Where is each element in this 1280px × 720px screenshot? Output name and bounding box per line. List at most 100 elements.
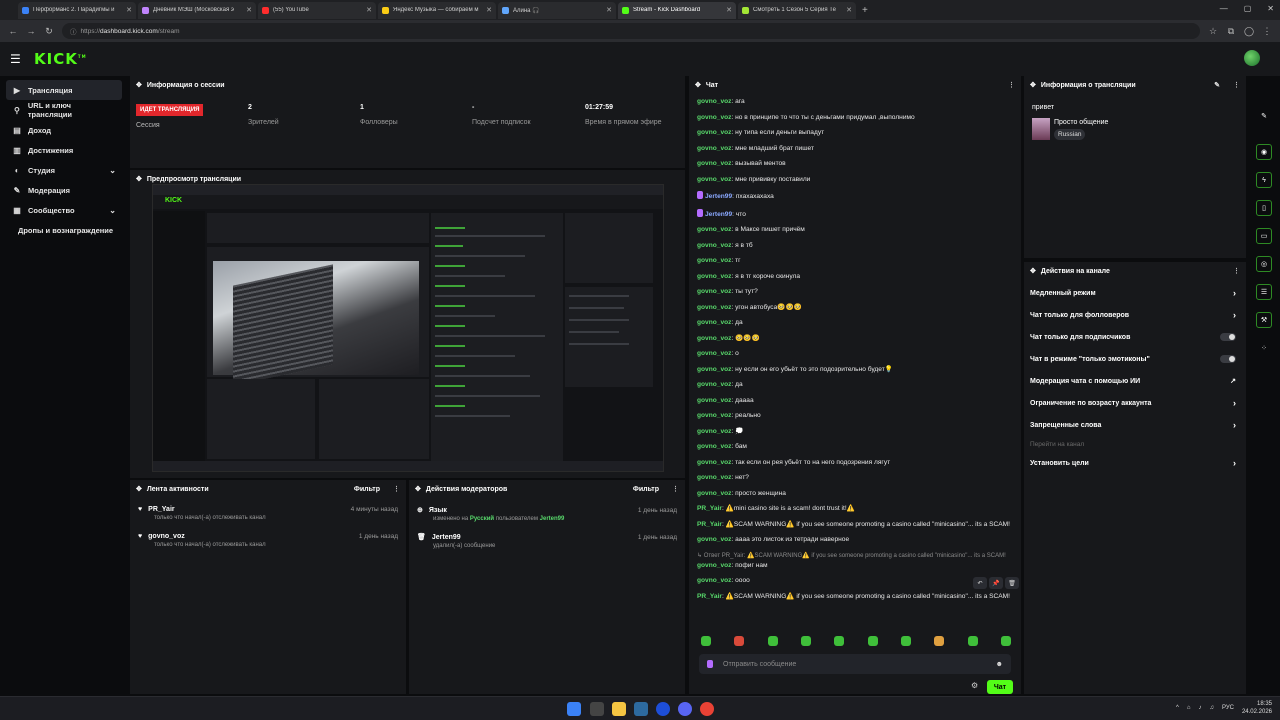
chat-message[interactable]: govno_voz: бам bbox=[697, 443, 1013, 451]
wrench-icon[interactable]: ⚒ bbox=[1256, 312, 1272, 328]
stream-preview-video[interactable]: KICK bbox=[152, 184, 664, 472]
chat-message[interactable]: govno_voz: в Максе пишет причём bbox=[697, 226, 1013, 234]
mod-menu-icon[interactable]: ⋮ bbox=[672, 485, 679, 493]
chat-username[interactable]: govno_voz bbox=[697, 257, 731, 264]
chat-message[interactable]: govno_voz: пофиг нам bbox=[697, 562, 1013, 570]
chat-username[interactable]: govno_voz bbox=[697, 443, 731, 450]
site-info-icon[interactable]: ⓘ bbox=[70, 26, 77, 36]
emote-icon[interactable] bbox=[734, 636, 745, 646]
network-icon[interactable]: ⌂ bbox=[1187, 705, 1191, 711]
bolt-icon[interactable]: ϟ bbox=[1256, 172, 1272, 188]
emote-icon[interactable] bbox=[1000, 636, 1011, 646]
chat-username[interactable]: govno_voz bbox=[697, 474, 731, 481]
chat-menu-icon[interactable]: ⋮ bbox=[1008, 81, 1015, 89]
chat-message[interactable]: govno_voz: мне прививку поставили bbox=[697, 176, 1013, 184]
bookmark-star-icon[interactable]: ☆ bbox=[1208, 26, 1218, 37]
chat-username[interactable]: govno_voz bbox=[697, 397, 731, 404]
chat-message[interactable]: govno_voz: я в тг короче скинула bbox=[697, 273, 1013, 281]
chat-username[interactable]: govno_voz bbox=[697, 381, 731, 388]
back-icon[interactable]: ← bbox=[8, 26, 18, 36]
chat-message[interactable]: govno_voz: да bbox=[697, 381, 1013, 389]
tab-close-icon[interactable]: ✕ bbox=[126, 6, 132, 14]
chat-username[interactable]: govno_voz bbox=[697, 273, 731, 280]
browser-menu-icon[interactable]: ⋮ bbox=[1262, 26, 1272, 37]
profile-icon[interactable]: ◯ bbox=[1244, 26, 1254, 37]
chat-username[interactable]: govno_voz bbox=[697, 490, 731, 497]
channel-action-row[interactable]: Модерация чата с помощью ИИ ↗ bbox=[1024, 370, 1246, 392]
chat-send-button[interactable]: Чат bbox=[987, 680, 1013, 694]
chat-message[interactable]: govno_voz: мне младший брат пишет bbox=[697, 145, 1013, 153]
emote-icon[interactable] bbox=[867, 636, 878, 646]
tab-close-icon[interactable]: ✕ bbox=[726, 6, 732, 14]
toggle-switch[interactable] bbox=[1220, 355, 1236, 363]
chat-message[interactable]: Jerten99: пхахахахаха bbox=[697, 191, 1013, 201]
tab-close-icon[interactable]: ✕ bbox=[606, 6, 612, 14]
file-explorer-icon[interactable] bbox=[612, 702, 626, 716]
sidebar-item[interactable]: ◐ Студия ⌄ bbox=[6, 160, 122, 180]
camera-icon[interactable]: ◉ bbox=[1256, 144, 1272, 160]
discord-icon[interactable] bbox=[678, 702, 692, 716]
chat-message[interactable]: govno_voz: нет? bbox=[697, 474, 1013, 482]
pin-icon[interactable]: 📌 bbox=[989, 577, 1003, 589]
maximize-icon[interactable]: ▢ bbox=[1244, 4, 1252, 13]
stream-info-menu-icon[interactable]: ⋮ bbox=[1233, 81, 1240, 89]
chat-username[interactable]: govno_voz bbox=[697, 304, 731, 311]
windows-start-icon[interactable] bbox=[567, 702, 581, 716]
chat-message[interactable]: govno_voz: 💭 bbox=[697, 428, 1013, 436]
taskbar-app-icon[interactable] bbox=[590, 702, 604, 716]
sidebar-item[interactable]: Дропы и вознаграждение bbox=[6, 220, 122, 240]
chat-username[interactable]: govno_voz bbox=[697, 536, 731, 543]
chevron-down-icon[interactable]: ⌄ bbox=[109, 206, 116, 215]
edit-pencil-icon[interactable]: ✎ bbox=[1214, 81, 1220, 89]
chat-message[interactable]: govno_voz: ты тут? bbox=[697, 288, 1013, 296]
chat-username[interactable]: Jerten99 bbox=[705, 193, 732, 200]
chat-username[interactable]: govno_voz bbox=[697, 226, 731, 233]
chat-message[interactable]: PR_Yair: ⚠️SCAM WARNING⚠️ if you see som… bbox=[697, 593, 1013, 601]
chat-message[interactable]: govno_voz: вызывай ментов bbox=[697, 160, 1013, 168]
browser-tab[interactable]: Перформанс 2. Парадигмы и ✕ bbox=[18, 1, 136, 19]
sidebar-item[interactable]: ▥ Достижения bbox=[6, 140, 122, 160]
volume-icon[interactable]: ♫ bbox=[1209, 705, 1214, 711]
clock[interactable]: 18:35 24.02.2026 bbox=[1242, 700, 1272, 716]
sidebar-item[interactable]: ▦ Сообщество ⌄ bbox=[6, 200, 122, 220]
chat-message[interactable]: Jerten99: что bbox=[697, 208, 1013, 219]
chat-username[interactable]: govno_voz bbox=[697, 176, 731, 183]
chat-username[interactable]: govno_voz bbox=[697, 114, 731, 121]
browser-icon[interactable] bbox=[700, 702, 714, 716]
mic-icon[interactable]: ♪ bbox=[1198, 705, 1201, 711]
activity-filter-button[interactable]: Фильтр bbox=[354, 486, 380, 493]
category-name[interactable]: Просто общение bbox=[1054, 119, 1108, 126]
emote-icon[interactable] bbox=[800, 636, 811, 646]
chat-message[interactable]: govno_voz: но в принципе то что ты с ден… bbox=[697, 114, 1013, 122]
chat-username[interactable]: govno_voz bbox=[697, 242, 731, 249]
channel-action-row[interactable]: Медленный режим › bbox=[1024, 282, 1246, 304]
chat-username[interactable]: govno_voz bbox=[697, 335, 731, 342]
chat-username[interactable]: govno_voz bbox=[697, 160, 731, 167]
chat-bubble-icon[interactable]: ▭ bbox=[1256, 228, 1272, 244]
chevron-right-icon[interactable]: › bbox=[1233, 310, 1236, 320]
chat-message[interactable]: PR_Yair: ⚠️SCAM WARNING⚠️ if you see som… bbox=[697, 521, 1013, 529]
chat-input[interactable]: Отправить сообщение ☻ bbox=[699, 654, 1011, 674]
chat-message[interactable]: govno_voz: угон автобуса🥺🥺🥺 bbox=[697, 304, 1013, 312]
chat-message[interactable]: govno_voz: я в тб bbox=[697, 242, 1013, 250]
channel-action-row[interactable]: Чат только для подписчиков bbox=[1024, 326, 1246, 348]
browser-tab[interactable]: Дневник МЭШ (Московская э ✕ bbox=[138, 1, 256, 19]
tray-chevron-icon[interactable]: ^ bbox=[1176, 705, 1179, 711]
user-avatar[interactable] bbox=[1244, 50, 1260, 66]
emote-icon[interactable] bbox=[934, 636, 945, 646]
chat-username[interactable]: govno_voz bbox=[697, 319, 731, 326]
external-link-icon[interactable]: ↗ bbox=[1230, 377, 1236, 385]
chat-username[interactable]: govno_voz bbox=[697, 412, 731, 419]
steam-icon[interactable] bbox=[634, 702, 648, 716]
channel-action-row[interactable]: Ограничение по возрасту аккаунта › bbox=[1024, 392, 1246, 414]
chat-message[interactable]: govno_voz: да bbox=[697, 319, 1013, 327]
chat-message-list[interactable]: govno_voz: ага govno_voz: но в принципе т… bbox=[697, 98, 1013, 618]
chat-message[interactable]: govno_voz: 🥺🥺🥺 bbox=[697, 335, 1013, 343]
chat-username[interactable]: govno_voz bbox=[697, 129, 731, 136]
chat-message[interactable]: govno_voz: просто женщина bbox=[697, 490, 1013, 498]
chat-reply-reference[interactable]: ↳ Ответ PR_Yair: ⚠️SCAM WARNING⚠️ if you… bbox=[697, 552, 1013, 560]
emote-icon[interactable] bbox=[834, 636, 845, 646]
tab-close-icon[interactable]: ✕ bbox=[246, 6, 252, 14]
channel-actions-menu-icon[interactable]: ⋮ bbox=[1233, 267, 1240, 275]
chat-message[interactable]: govno_voz: так если он рея убьёт то на н… bbox=[697, 459, 1013, 467]
